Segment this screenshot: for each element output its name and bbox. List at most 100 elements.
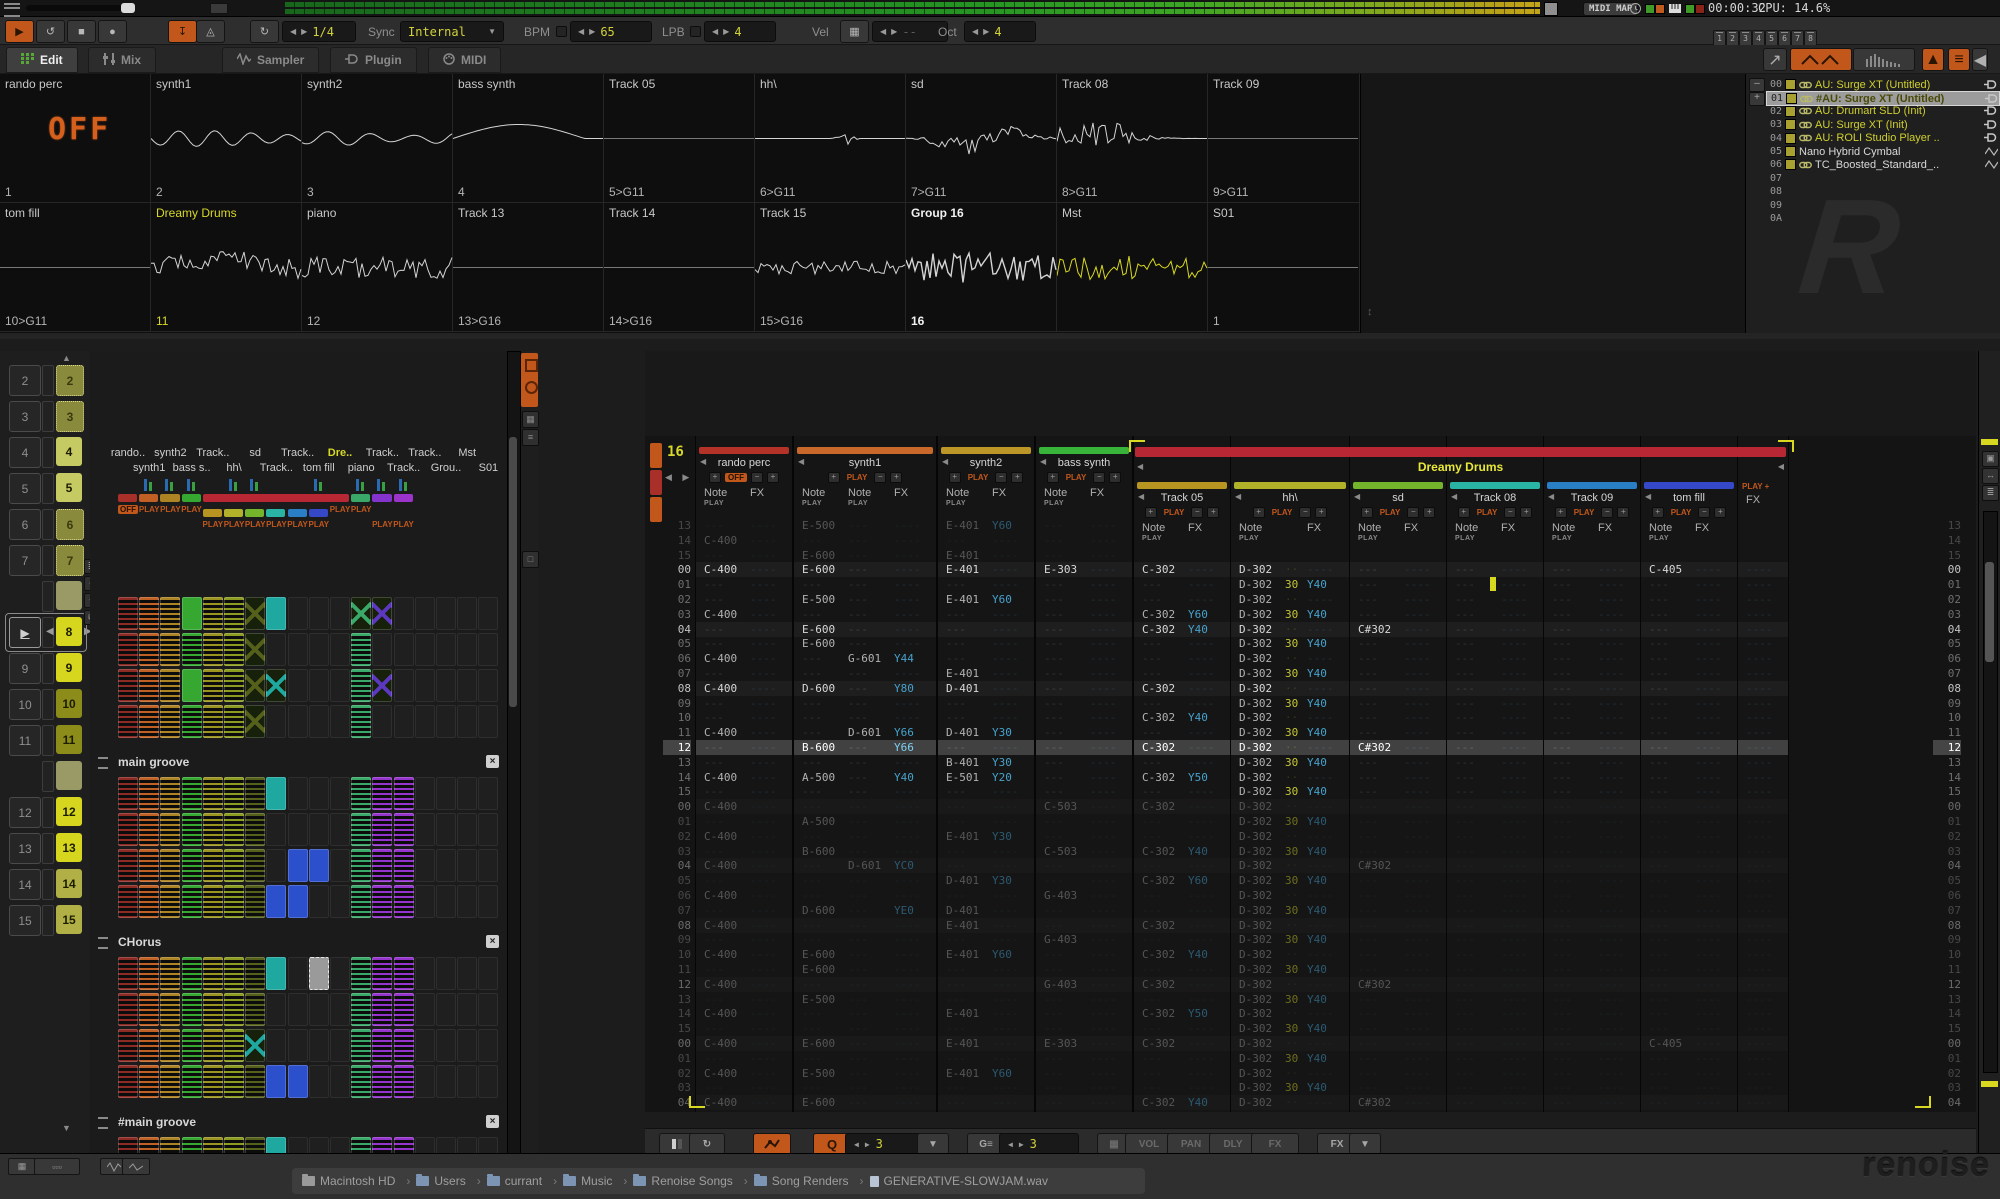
cell-n1[interactable]: E-500 — [794, 993, 848, 1006]
sequence-slot-mute[interactable] — [42, 401, 54, 432]
cell-fx[interactable]: ---- — [992, 1022, 1026, 1035]
pattern-row[interactable]: ------- — [1350, 577, 1446, 592]
cell-n1[interactable]: --- — [1447, 800, 1501, 813]
pattern-row[interactable]: ------- — [938, 932, 1034, 947]
pattern-row[interactable]: E-401---- — [938, 918, 1034, 933]
cell-fx[interactable]: ---- — [992, 978, 1026, 991]
pattern-row[interactable]: ------- — [1036, 992, 1132, 1007]
inc-icon[interactable]: ▶ — [1019, 1140, 1024, 1149]
cell-fx[interactable]: ---- — [894, 593, 928, 606]
matrix-cell[interactable] — [436, 705, 456, 738]
cell-n1[interactable]: --- — [1350, 1081, 1404, 1094]
group-collapse-right-icon[interactable]: ◀ — [1778, 462, 1784, 471]
cell-n2[interactable]: --- — [848, 993, 894, 1006]
sequence-slot-mute[interactable] — [42, 509, 54, 540]
cell-fx[interactable]: ---- — [1188, 904, 1222, 917]
cell-n2[interactable]: --- — [848, 874, 894, 887]
pattern-row[interactable]: ------- — [1447, 770, 1543, 785]
pattern-row[interactable]: ------- — [1350, 784, 1446, 799]
cell-n2[interactable]: --- — [848, 697, 894, 710]
group-collapse-left-icon[interactable]: ◀ — [1137, 462, 1143, 471]
matrix-cell[interactable] — [457, 777, 477, 810]
cell-n1[interactable]: B-600 — [794, 845, 848, 858]
add-column-button[interactable]: + — [1253, 507, 1265, 518]
cell-fx[interactable]: ---- — [1404, 874, 1438, 887]
cell-fx[interactable]: ---- — [1307, 1067, 1341, 1080]
matrix-cell[interactable] — [372, 597, 392, 630]
pattern-row[interactable]: ------- — [1036, 681, 1132, 696]
cell-fx[interactable]: ---- — [1501, 948, 1535, 961]
cell-fx[interactable]: ---- — [1501, 785, 1535, 798]
pattern-row[interactable]: A-500------- — [794, 814, 936, 829]
cell-n1[interactable]: D-302 — [1231, 593, 1285, 606]
cell-fx[interactable]: ---- — [894, 933, 928, 946]
column-head[interactable]: Note — [1036, 487, 1090, 499]
cell-fx[interactable]: ---- — [1404, 1022, 1438, 1035]
cell-n1[interactable]: --- — [696, 785, 750, 798]
sequence-slot-10[interactable]: 10 — [56, 689, 82, 718]
pattern-row[interactable]: ------- — [696, 1021, 792, 1036]
cell-n1[interactable]: D-302 — [1231, 993, 1285, 1006]
pattern-row[interactable]: ------- — [1447, 1051, 1543, 1066]
cell-vol[interactable]: ·· — [1285, 830, 1307, 843]
cell-fx[interactable]: ---- — [1598, 993, 1632, 1006]
matrix-cell[interactable] — [160, 993, 180, 1026]
pattern-row[interactable]: ------- — [1447, 799, 1543, 814]
matrix-cell[interactable] — [288, 849, 308, 882]
cell-fx[interactable]: ---- — [1188, 963, 1222, 976]
add-column-button[interactable]: + — [1109, 472, 1121, 483]
cell-fx[interactable]: ---- — [750, 785, 784, 798]
cell-fx[interactable]: ---- — [1598, 1067, 1632, 1080]
metronome-button[interactable]: ◬ — [196, 20, 225, 43]
pattern-row[interactable]: C-302Y40 — [1134, 622, 1230, 637]
pattern-row[interactable]: ------- — [1036, 636, 1132, 651]
cell-n1[interactable]: --- — [1447, 993, 1501, 1006]
pattern-row[interactable]: ------- — [1134, 1051, 1230, 1066]
track-name[interactable]: ◀Track 09 — [1544, 492, 1640, 504]
column-head[interactable]: Note — [848, 487, 894, 499]
cell-fx[interactable]: ---- — [1188, 667, 1222, 680]
matrix-cell[interactable] — [372, 1029, 392, 1062]
cell-n1[interactable]: --- — [1036, 608, 1090, 621]
cell-fx[interactable]: ---- — [1598, 1096, 1632, 1109]
breadcrumb-item[interactable]: GENERATIVE-SLOWJAM.wav — [870, 1174, 1048, 1188]
matrix-cell[interactable] — [139, 597, 159, 630]
matrix-cell[interactable] — [309, 1065, 329, 1098]
cell-vol[interactable]: 30 — [1285, 815, 1307, 828]
cell-n1[interactable]: D-302 — [1231, 904, 1285, 917]
cell-n1[interactable]: D-302 — [1231, 845, 1285, 858]
cell-n2[interactable]: --- — [848, 1096, 894, 1109]
pattern-row[interactable]: C-400---- — [696, 947, 792, 962]
cell-fx[interactable]: ---- — [1738, 711, 1780, 724]
section-close-icon[interactable]: × — [486, 755, 499, 768]
pattern-row[interactable]: ------- — [1447, 1006, 1543, 1021]
pattern-row[interactable]: E-600------- — [794, 622, 936, 637]
cell-fx[interactable]: ---- — [1090, 549, 1124, 562]
cell-fx[interactable]: Y40 — [1307, 1022, 1341, 1035]
pattern-row[interactable]: ---- — [1738, 947, 1788, 962]
cell-vol[interactable]: ·· — [1285, 741, 1307, 754]
pattern-row[interactable]: ------- — [1641, 725, 1737, 740]
cell-fx[interactable]: ---- — [1598, 623, 1632, 636]
cell-fx[interactable]: ---- — [1188, 978, 1222, 991]
matrix-cell[interactable] — [266, 777, 286, 810]
instrument-row[interactable]: 08 — [1766, 185, 1998, 198]
cell-n1[interactable]: C-400 — [696, 800, 750, 813]
track-name[interactable]: ◀Track 08 — [1447, 492, 1543, 504]
cell-fx[interactable]: ---- — [894, 697, 928, 710]
pattern-row[interactable]: ------- — [1641, 607, 1737, 622]
sequence-slot-mute[interactable] — [42, 437, 54, 468]
track-scopes-button[interactable] — [1790, 48, 1852, 71]
cell-vol[interactable]: ·· — [1285, 652, 1307, 665]
pattern-row[interactable]: ---- — [1738, 710, 1788, 725]
matrix-cell[interactable] — [160, 597, 180, 630]
pattern-row[interactable]: D-30230Y40 — [1231, 932, 1349, 947]
cell-n1[interactable]: --- — [1544, 1067, 1598, 1080]
sequence-slot-13[interactable]: 13 — [56, 833, 82, 862]
pattern-row[interactable]: D-302··---- — [1231, 1036, 1349, 1051]
matrix-cell[interactable] — [139, 633, 159, 666]
cell-fx[interactable]: ---- — [750, 549, 784, 562]
cell-n1[interactable]: C-400 — [696, 682, 750, 695]
scope-cell[interactable]: bass synth4 — [453, 74, 604, 203]
track-color-bar[interactable] — [699, 447, 789, 454]
